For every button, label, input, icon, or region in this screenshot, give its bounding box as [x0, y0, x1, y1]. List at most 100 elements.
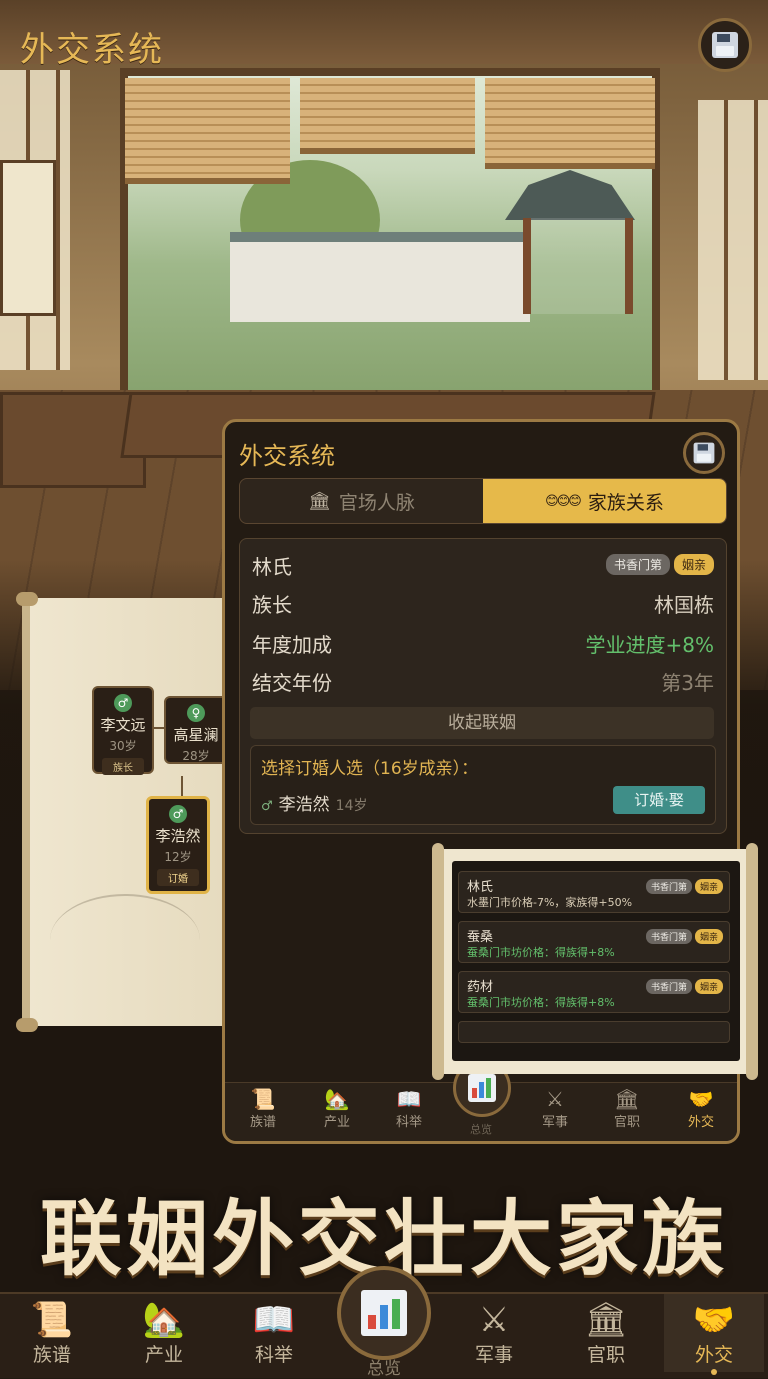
garden-wall [230, 232, 530, 322]
item-desc: 蚕桑门市坊价格：得族得+8% [467, 996, 615, 1009]
inner-nav-bar: 📜 族谱 🏡 产业 📖 科举 总览 ⚔ 军事 🏛 官职 🤝 外交 [225, 1059, 737, 1141]
inner-nav-exam[interactable]: 📖 科举 [379, 1087, 439, 1130]
inner-nav-diplomacy[interactable]: 🤝 外交 [665, 1083, 737, 1141]
swords-icon: ⚔ [546, 1087, 564, 1111]
node-name: 高星澜 [173, 726, 219, 744]
engagement-selector: 选择订婚人选（16岁成亲）： ♂ 李浩然 14岁 订婚·娶 [250, 745, 716, 825]
badge-scholar-family: 书香门第 [605, 554, 670, 575]
tree-node-father[interactable]: ♂ 李文远 30岁 族长 [92, 686, 154, 775]
engage-button[interactable]: 订婚·娶 [613, 786, 705, 814]
item-name: 药材 [467, 980, 494, 995]
nav-military[interactable]: ⚔ 军事 [444, 1300, 544, 1367]
row-value: 林国栋 [654, 593, 714, 617]
male-icon: ♂ [261, 799, 273, 814]
row-label: 年度加成 [252, 633, 332, 657]
app-title: 外交系统 [20, 30, 164, 70]
government-icon: 🏛 [614, 1087, 640, 1111]
scroll-rod-left [432, 843, 444, 1080]
inner-nav-military[interactable]: ⚔ 军事 [525, 1087, 585, 1130]
candidate-title: 选择订婚人选（16岁成亲）： [261, 759, 479, 779]
row-label: 结交年份 [252, 671, 332, 695]
tab-family-relations[interactable]: 😊😊😊 家族关系 [483, 479, 726, 523]
clan-badges: 书香门第 姻亲 [602, 551, 714, 575]
inner-nav-overview-label: 总览 [470, 1123, 492, 1136]
node-age: 12岁 [164, 850, 192, 864]
tab-label: 官场人脉 [338, 491, 415, 514]
alliance-list: 林氏 书香门第 姻亲 水墨门市价格-7%，家族得+50% 蚕桑 书香门第 姻亲 蚕桑… [452, 861, 740, 1061]
node-name: 李浩然 [155, 827, 201, 845]
active-dot [711, 1369, 717, 1375]
node-name: 李文远 [100, 716, 146, 734]
row-label: 族长 [252, 593, 292, 617]
government-icon: 🏛 [308, 490, 331, 512]
tree-node-son-selected[interactable]: ♂ 李浩然 12岁 订婚 [146, 796, 210, 894]
row-clan-leader: 族长 林国栋 [252, 589, 714, 619]
nav-industry[interactable]: 🏡 产业 [114, 1300, 214, 1367]
row-years-allied: 结交年份 第3年 [252, 667, 714, 697]
floppy-disk-icon [693, 442, 715, 464]
list-item[interactable]: 蚕桑 书香门第 姻亲 蚕桑门市坊价格：得族得+8% [458, 921, 730, 963]
node-age: 30岁 [109, 739, 137, 753]
candidate-age: 14岁 [335, 798, 368, 814]
nav-diplomacy[interactable]: 🤝 外交 [664, 1294, 764, 1375]
candidate-name: 李浩然 [278, 795, 330, 815]
clan-name: 林氏 [252, 555, 292, 579]
tab-official-network[interactable]: 🏛 官场人脉 [240, 479, 483, 523]
tree-node-mother[interactable]: ♀ 高星澜 28岁 [164, 696, 228, 764]
panel-save-button[interactable] [683, 432, 725, 474]
calligraphy-scroll [0, 160, 56, 316]
pavilion [505, 170, 635, 320]
bamboo-blind-right [485, 78, 655, 169]
item-name: 林氏 [467, 880, 494, 895]
collapse-marriage-button[interactable]: 收起联姻 [250, 707, 714, 739]
government-icon: 🏛 [584, 1300, 628, 1340]
floppy-disk-icon [712, 32, 738, 58]
panel-tabs: 🏛 官场人脉 😊😊😊 家族关系 [239, 478, 727, 524]
row-value: 学业进度+8% [585, 633, 715, 657]
item-desc: 蚕桑门市坊价格：得族得+8% [467, 946, 615, 959]
tab-label: 家族关系 [587, 491, 664, 514]
chart-icon [468, 1074, 496, 1102]
family-tree-scroll: ♂ 李文远 30岁 族长 ♀ 高星澜 28岁 ♂ 李浩然 12岁 订婚 [16, 592, 228, 1032]
handshake-icon: 🤝 [692, 1300, 736, 1340]
list-item[interactable]: 林氏 书香门第 姻亲 水墨门市价格-7%，家族得+50% [458, 871, 730, 913]
item-name: 蚕桑 [467, 930, 494, 945]
node-age: 28岁 [182, 749, 210, 763]
bamboo-blind-middle [300, 78, 475, 154]
book-icon: 📖 [252, 1300, 296, 1340]
inner-nav-office[interactable]: 🏛 官职 [597, 1087, 657, 1130]
list-item[interactable]: 药材 书香门第 姻亲 蚕桑门市坊价格：得族得+8% [458, 971, 730, 1013]
item-desc: 水墨门市价格-7%，家族得+50% [467, 896, 633, 909]
clan-header: 林氏 书香门第 姻亲 [252, 551, 714, 581]
book-icon: 📖 [396, 1087, 422, 1111]
right-lattice-window [698, 100, 768, 380]
scroll-rod-right [746, 843, 758, 1080]
handshake-icon: 🤝 [688, 1087, 714, 1111]
family-faces-icon: 😊😊😊 [545, 493, 582, 509]
house-icon: 🏡 [324, 1087, 350, 1111]
badge-in-law: 姻亲 [673, 554, 714, 575]
nav-overview-label: 总览 [367, 1359, 401, 1379]
scroll-icon: 📜 [30, 1300, 74, 1340]
inner-nav-genealogy[interactable]: 📜 族谱 [233, 1087, 293, 1130]
alliance-list-scroll: 林氏 书香门第 姻亲 水墨门市价格-7%，家族得+50% 蚕桑 书香门第 姻亲 蚕桑… [432, 843, 758, 1080]
node-tag: 族长 [102, 758, 144, 775]
row-annual-bonus: 年度加成 学业进度+8% [252, 629, 714, 659]
scroll-icon: 📜 [250, 1087, 276, 1111]
candidate-row[interactable]: ♂ 李浩然 14岁 [261, 790, 367, 815]
male-icon: ♂ [169, 805, 187, 823]
nav-overview[interactable] [337, 1266, 431, 1360]
item-badges: 书香门第 姻亲 [643, 875, 723, 894]
inner-nav-industry[interactable]: 🏡 产业 [307, 1087, 367, 1130]
nav-genealogy[interactable]: 📜 族谱 [2, 1300, 102, 1367]
bamboo-blind-left [125, 78, 290, 184]
list-item-partial[interactable] [458, 1021, 730, 1043]
save-button[interactable] [698, 18, 752, 72]
nav-exam[interactable]: 📖 科举 [224, 1300, 324, 1367]
female-icon: ♀ [187, 704, 205, 722]
male-icon: ♂ [114, 694, 132, 712]
row-value: 第3年 [661, 671, 714, 695]
nav-office[interactable]: 🏛 官职 [556, 1300, 656, 1367]
clan-card: 林氏 书香门第 姻亲 族长 林国栋 年度加成 学业进度+8% 结交年份 第3年 收… [239, 538, 727, 834]
panel-title: 外交系统 [239, 442, 335, 470]
